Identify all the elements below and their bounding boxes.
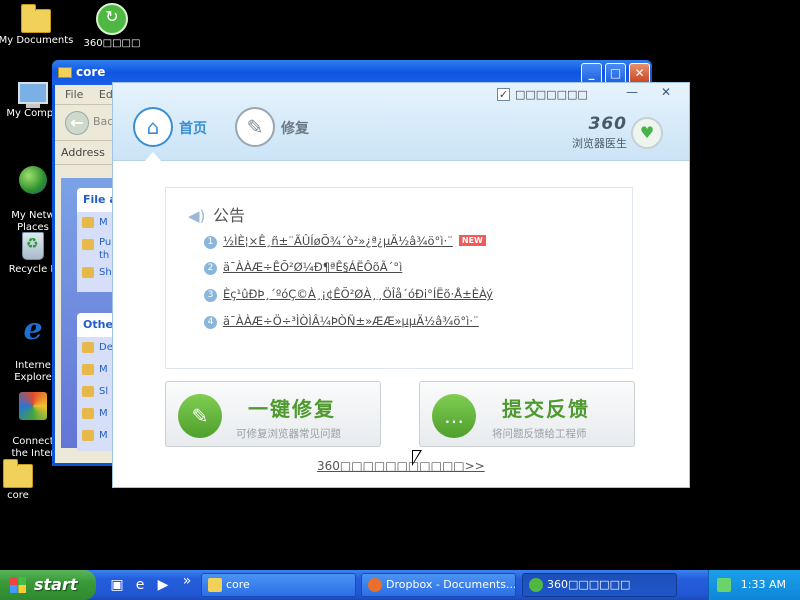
brand: 360 浏览器医生 ♥: [565, 115, 675, 155]
maximize-button[interactable]: □: [605, 63, 626, 84]
taskbar: start ▣ e ▶ » core Dropbox - Documents..…: [0, 570, 800, 600]
folder-documents-icon: [21, 4, 51, 33]
item-number: 1: [204, 236, 217, 249]
desktop-icon-my-documents[interactable]: My Documents: [0, 3, 75, 47]
item-number: 4: [204, 316, 217, 329]
notice-link[interactable]: ä¯ÀÀÆ÷Ö÷³ÌÒÌÂ¼ÞÒÑ±»ÆÆ»µµÄ½â¾ö°ì·¨: [223, 314, 479, 328]
tab-home-label: 首页: [179, 121, 207, 137]
browser-doctor-window: ⌂ 首页 ✎ 修复 ✓ □□□□□□□ — ✕ 360 浏览器医生 ♥ ◀) 公告: [112, 82, 690, 488]
item-number: 3: [204, 289, 217, 302]
brand-number: 360: [588, 114, 627, 134]
desktop-icon-label: My Documents: [0, 35, 74, 46]
wrench-icon: ✎: [178, 394, 222, 438]
firefox-icon: [368, 578, 382, 592]
media-quicklaunch-icon[interactable]: ▶: [154, 576, 172, 594]
360-browser-doctor-icon: ↻: [96, 3, 128, 35]
notice-title: 公告: [213, 206, 246, 225]
internet-explorer-icon: e: [23, 312, 43, 347]
option-checkbox[interactable]: ✓ □□□□□□□: [497, 88, 601, 102]
notice-item[interactable]: 2 ä¯ÀÀÆ÷ÊÕ²Ø¼Ð¶ªÊ§ÁËÔõÃ´°ì: [204, 260, 402, 276]
my-computer-icon: [18, 82, 48, 108]
one-click-repair-button[interactable]: ✎ 一键修复 可修复浏览器常见问题: [165, 381, 381, 447]
ie-quicklaunch-icon[interactable]: e: [131, 576, 149, 594]
desktop-icon-label: core: [7, 490, 29, 501]
submit-feedback-button[interactable]: … 提交反馈 将问题反馈给工程师: [419, 381, 635, 447]
speaker-icon: ◀): [188, 207, 206, 225]
other-places-header[interactable]: Other: [77, 313, 118, 337]
feedback-button-title: 提交反馈: [502, 397, 590, 421]
checkbox[interactable]: ✓: [497, 88, 510, 101]
place-link[interactable]: De: [77, 337, 117, 359]
notice-item[interactable]: 4 ä¯ÀÀÆ÷Ö÷³ÌÒÌÂ¼ÞÒÑ±»ÆÆ»µµÄ½â¾ö°ì·¨: [204, 314, 479, 330]
place-link[interactable]: M: [77, 359, 117, 381]
home-icon: ⌂: [133, 107, 173, 147]
repair-button-title: 一键修复: [248, 397, 336, 421]
quicklaunch-more[interactable]: »: [178, 572, 196, 590]
footer-link[interactable]: 360□□□□□□□□□□□>>: [317, 459, 485, 473]
windows-flag-icon: [10, 577, 26, 593]
app-minimize-button[interactable]: —: [619, 85, 645, 101]
show-desktop-icon[interactable]: ▣: [108, 576, 126, 594]
folder-icon: [208, 578, 222, 592]
folder-icon: [58, 67, 72, 78]
menu-file[interactable]: File: [65, 88, 83, 101]
desktop-icon-label: 360□□□□: [83, 38, 141, 49]
start-label: start: [34, 575, 78, 594]
taskbar-item-label: 360□□□□□□: [547, 578, 631, 591]
desktop-icon-core[interactable]: core: [0, 458, 57, 502]
notice-link[interactable]: ½ÌÈ¦×Ê¸ñ±¨ÃÛÍøÕ¾´ò²»¿ª¿µÄ½â¾ö°ì·¨: [223, 234, 453, 248]
desktop-icon-360-browser-doctor[interactable]: ↻ 360□□□□: [73, 3, 151, 50]
mouse-cursor-icon: [412, 450, 422, 466]
notice-item[interactable]: 1 ½ÌÈ¦×Ê¸ñ±¨ÃÛÍøÕ¾´ò²»¿ª¿µÄ½â¾ö°ì·¨ NEW: [204, 234, 486, 250]
notice-item[interactable]: 3 Èç¹ûÐÞ¸´ºóÇ©À¸¡¢ÊÕ²ØÀ¸¸ÖÎå´óÐi°ÍËõ·Å±ÈÀ…: [204, 287, 493, 303]
explorer-title: core: [76, 65, 106, 79]
tray-app-icon[interactable]: [717, 578, 731, 592]
item-number: 2: [204, 262, 217, 275]
address-label: Address: [61, 146, 105, 159]
other-places-panel: Other De M Sl M M: [77, 313, 118, 451]
notice-header: ◀) 公告: [188, 202, 245, 226]
wrench-icon: ✎: [235, 107, 275, 147]
place-link[interactable]: M: [77, 425, 117, 447]
place-link[interactable]: Sl: [77, 381, 117, 403]
file-tasks-panel: File a M Pu th Sh: [77, 188, 117, 292]
option-label: □□□□□□□: [515, 88, 588, 101]
task-link[interactable]: Sh: [77, 262, 117, 284]
back-arrow-icon[interactable]: ←: [65, 111, 89, 135]
taskbar-item-360[interactable]: 360□□□□□□: [522, 573, 677, 597]
tab-repair-label: 修复: [281, 121, 309, 137]
taskbar-item-core[interactable]: core: [201, 573, 356, 597]
desktop: My Documents ↻ 360□□□□ My Compu My Netw …: [0, 0, 800, 570]
recycle-bin-icon: [22, 232, 44, 260]
app-header: ⌂ 首页 ✎ 修复 ✓ □□□□□□□ — ✕ 360 浏览器医生 ♥: [113, 83, 689, 161]
360-browser-doctor-icon: [529, 578, 543, 592]
place-link[interactable]: M: [77, 403, 117, 425]
minimize-button[interactable]: _: [581, 63, 602, 84]
app-close-button[interactable]: ✕: [653, 85, 679, 101]
start-button[interactable]: start: [0, 570, 96, 600]
notice-link[interactable]: Èç¹ûÐÞ¸´ºóÇ©À¸¡¢ÊÕ²ØÀ¸¸ÖÎå´óÐi°ÍËõ·Å±ÈÀý: [223, 287, 493, 301]
network-places-icon: [19, 166, 47, 194]
feedback-button-desc: 将问题反馈给工程师: [492, 428, 587, 440]
close-button[interactable]: ✕: [629, 63, 650, 84]
chat-icon: …: [432, 394, 476, 438]
taskbar-item-label: Dropbox - Documents...: [386, 578, 516, 591]
clock[interactable]: 1:33 AM: [741, 578, 786, 591]
new-badge: NEW: [458, 235, 486, 246]
notice-panel: ◀) 公告 1 ½ÌÈ¦×Ê¸ñ±¨ÃÛÍøÕ¾´ò²»¿ª¿µÄ½â¾ö°ì·¨ N…: [165, 187, 633, 369]
connect-internet-icon: [19, 392, 47, 420]
brand-name: 浏览器医生: [572, 137, 627, 150]
notice-link[interactable]: ä¯ÀÀÆ÷ÊÕ²Ø¼Ð¶ªÊ§ÁËÔõÃ´°ì: [223, 260, 402, 274]
task-link[interactable]: Pu th: [77, 234, 117, 262]
taskbar-item-label: core: [226, 578, 250, 591]
folder-icon: [3, 459, 33, 488]
file-tasks-header[interactable]: File a: [77, 188, 117, 212]
taskbar-item-dropbox[interactable]: Dropbox - Documents...: [361, 573, 516, 597]
repair-button-desc: 可修复浏览器常见问题: [236, 428, 341, 440]
task-link[interactable]: M: [77, 212, 117, 234]
system-tray: 1:33 AM: [708, 570, 800, 600]
active-tab-indicator: [145, 152, 161, 161]
heartbeat-logo-icon: ♥: [631, 117, 663, 149]
